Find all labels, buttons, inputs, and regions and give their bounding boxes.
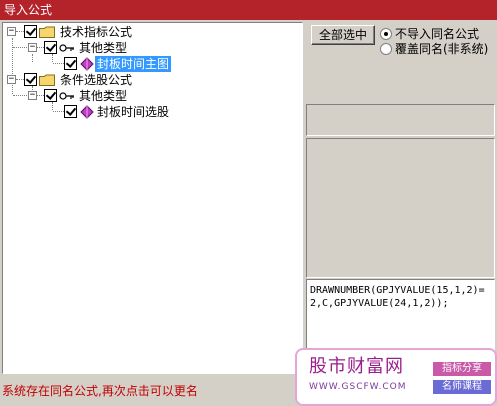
formula-gem-icon — [80, 105, 94, 119]
tree-node-label: 其他类型 — [79, 89, 128, 103]
title-bar[interactable]: 导入公式 — [0, 0, 497, 20]
tree-line — [53, 111, 64, 112]
node-checkbox[interactable] — [44, 41, 57, 54]
status-message: 系统存在同名公式,再次点击可以更名 — [2, 384, 198, 398]
select-all-button[interactable]: 全部选中 — [311, 25, 375, 45]
tree-node-screening-formulas[interactable]: − 条件选股公式 — [3, 72, 302, 88]
tree-line — [13, 95, 27, 96]
collapse-toggle-icon[interactable]: − — [28, 91, 37, 100]
node-checkbox[interactable] — [44, 89, 57, 102]
node-checkbox[interactable] — [24, 73, 37, 86]
folder-icon — [39, 74, 55, 86]
collapse-toggle-icon[interactable]: − — [7, 27, 16, 36]
tree-line — [53, 63, 64, 64]
tree-line — [37, 47, 44, 48]
radio-label: 覆盖同名(非系统) — [395, 42, 489, 56]
tree-line — [16, 79, 24, 80]
folder-icon — [39, 26, 55, 38]
radio-button[interactable] — [380, 43, 392, 55]
watermark-url: WWW.GSCFW.COM — [309, 382, 407, 392]
collapse-toggle-icon[interactable]: − — [7, 75, 16, 84]
formula-tree[interactable]: − 技术指标公式 − 其他类型 封板时间主图 − 条件选股公式 − 其他类型 封… — [2, 22, 303, 374]
watermark-logo: 股市财富网 WWW.GSCFW.COM 指标分享 名师课程 — [295, 348, 497, 406]
node-checkbox[interactable] — [64, 57, 77, 70]
watermark-tag: 指标分享 — [433, 362, 491, 376]
tree-node-other-types[interactable]: − 其他类型 — [3, 40, 302, 56]
formula-gem-icon — [80, 57, 94, 71]
window-title: 导入公式 — [4, 3, 53, 17]
tree-line — [13, 47, 27, 48]
tree-line — [37, 95, 44, 96]
node-checkbox[interactable] — [24, 25, 37, 38]
tree-node-label: 封板时间主图 — [95, 56, 172, 72]
tree-node-label: 封板时间选股 — [97, 105, 170, 119]
key-icon — [59, 92, 74, 100]
tree-node-label: 条件选股公式 — [60, 73, 133, 87]
tree-node-other-types-2[interactable]: − 其他类型 — [3, 88, 302, 104]
tree-node-label: 其他类型 — [79, 41, 128, 55]
watermark-tag: 名师课程 — [433, 380, 491, 394]
radio-label: 不导入同名公式 — [395, 27, 480, 41]
collapse-toggle-icon[interactable]: − — [28, 43, 37, 52]
tree-line — [16, 31, 24, 32]
formula-code-text: DRAWNUMBER(GPJYVALUE(15,1,2)=2,C,GPJYVAL… — [310, 285, 485, 309]
info-panel-top — [306, 104, 495, 136]
key-icon — [59, 44, 74, 52]
description-panel — [306, 138, 495, 278]
tree-node-label: 技术指标公式 — [60, 25, 133, 39]
radio-button[interactable] — [380, 28, 392, 40]
tree-node-limit-time-chart[interactable]: 封板时间主图 — [3, 56, 302, 72]
tree-node-limit-time-screen[interactable]: 封板时间选股 — [3, 104, 302, 120]
tree-node-technical-formulas[interactable]: − 技术指标公式 — [3, 24, 302, 40]
watermark-brand: 股市财富网 — [309, 356, 404, 377]
node-checkbox[interactable] — [64, 105, 77, 118]
